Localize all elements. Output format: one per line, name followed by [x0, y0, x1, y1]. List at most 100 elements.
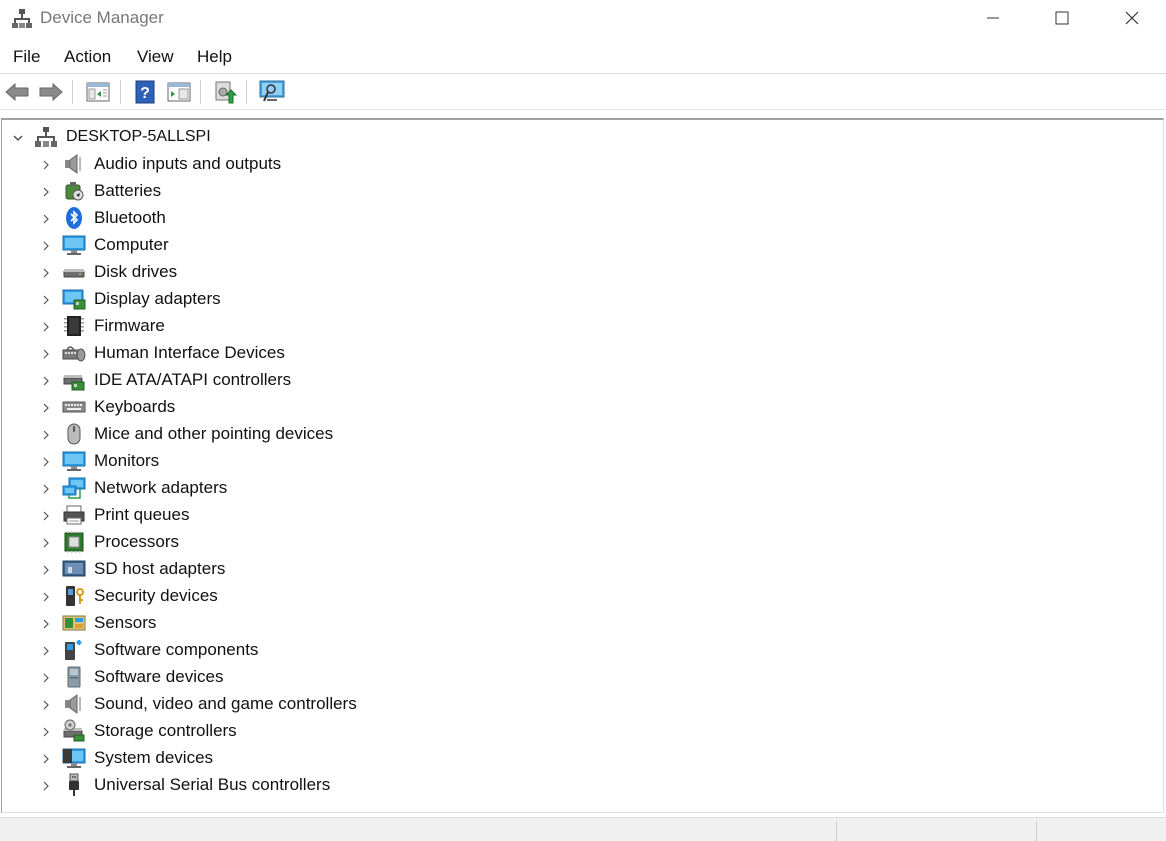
- tree-item-storage-controllers[interactable]: Storage controllers: [2, 718, 1002, 745]
- tree-item-label: Monitors: [94, 451, 160, 470]
- tree-item-mice-and-other-pointing-devices[interactable]: Mice and other pointing devices: [2, 421, 1002, 448]
- tree-item-security-devices[interactable]: Security devices: [2, 583, 1002, 610]
- tree-item-label: Keyboards: [94, 397, 176, 416]
- tree-item-label: Processors: [94, 532, 180, 551]
- chevron-right-icon[interactable]: [40, 699, 52, 711]
- help-icon: ?: [135, 80, 155, 104]
- tree-item-sd-host-adapters[interactable]: SD host adapters: [2, 556, 1002, 583]
- chevron-right-icon[interactable]: [40, 294, 52, 306]
- update-driver-button[interactable]: [212, 79, 238, 105]
- chevron-right-icon[interactable]: [40, 429, 52, 441]
- menu-help[interactable]: Help: [197, 47, 232, 67]
- computer-icon: [62, 235, 86, 255]
- chevron-right-icon[interactable]: [40, 537, 52, 549]
- tree-item-print-queues[interactable]: Print queues: [2, 502, 1002, 529]
- forward-button[interactable]: [38, 79, 64, 105]
- processor-icon: [64, 531, 84, 553]
- mouse-icon: [67, 423, 81, 445]
- update-driver-icon: [215, 81, 238, 104]
- chevron-right-icon[interactable]: [40, 780, 52, 792]
- toolbar-divider: [246, 80, 247, 104]
- tree-item-sound-video-and-game-controllers[interactable]: Sound, video and game controllers: [2, 691, 1002, 718]
- close-icon: [1125, 11, 1139, 25]
- tree-item-label: Bluetooth: [94, 208, 166, 227]
- tree-item-firmware[interactable]: Firmware: [2, 313, 1002, 340]
- software-component-icon: [65, 640, 82, 660]
- show-action-pane-button[interactable]: [166, 79, 192, 105]
- chevron-right-icon[interactable]: [40, 510, 52, 522]
- system-devices-icon: [62, 748, 86, 768]
- chevron-right-icon[interactable]: [40, 159, 52, 171]
- menu-file[interactable]: File: [13, 47, 40, 67]
- maximize-button[interactable]: [1027, 0, 1097, 36]
- speaker-icon: [65, 154, 81, 174]
- tree-item-computer[interactable]: Computer: [2, 232, 1002, 259]
- toolbar-divider: [200, 80, 201, 104]
- tree-item-label: Print queues: [94, 505, 190, 524]
- tree-item-audio-inputs-and-outputs[interactable]: Audio inputs and outputs: [2, 151, 1002, 178]
- chevron-right-icon[interactable]: [40, 213, 52, 225]
- close-button[interactable]: [1097, 0, 1166, 36]
- chevron-right-icon[interactable]: [40, 591, 52, 603]
- tree-item-label: Human Interface Devices: [94, 343, 285, 362]
- chevron-right-icon[interactable]: [40, 753, 52, 765]
- chevron-right-icon[interactable]: [40, 321, 52, 333]
- tree-item-network-adapters[interactable]: Network adapters: [2, 475, 1002, 502]
- sensor-icon: [62, 615, 86, 631]
- tree-item-label: Audio inputs and outputs: [94, 154, 282, 173]
- chevron-right-icon[interactable]: [40, 375, 52, 387]
- chevron-right-icon[interactable]: [40, 726, 52, 738]
- tree-root-node[interactable]: DESKTOP-5ALLSPI: [2, 124, 1002, 151]
- chevron-right-icon[interactable]: [40, 186, 52, 198]
- help-button[interactable]: ?: [132, 79, 158, 105]
- tree-item-sensors[interactable]: Sensors: [2, 610, 1002, 637]
- tree-item-label: System devices: [94, 748, 214, 767]
- tree-item-label: IDE ATA/ATAPI controllers: [94, 370, 292, 389]
- ide-controller-icon: [63, 375, 85, 391]
- tree-item-label: Software devices: [94, 667, 224, 686]
- chevron-right-icon[interactable]: [40, 456, 52, 468]
- storage-controller-icon: [63, 719, 85, 742]
- scan-hardware-changes-button[interactable]: [259, 79, 285, 105]
- minimize-button[interactable]: [958, 0, 1028, 36]
- tree-item-batteries[interactable]: Batteries: [2, 178, 1002, 205]
- tree-item-display-adapters[interactable]: Display adapters: [2, 286, 1002, 313]
- tree-item-processors[interactable]: Processors: [2, 529, 1002, 556]
- tree-item-label: Display adapters: [94, 289, 221, 308]
- chevron-right-icon[interactable]: [40, 267, 52, 279]
- chevron-right-icon[interactable]: [40, 564, 52, 576]
- display-adapter-icon: [62, 289, 86, 310]
- tree-item-label: Network adapters: [94, 478, 228, 497]
- chevron-right-icon[interactable]: [40, 348, 52, 360]
- show-hide-console-tree-button[interactable]: [85, 79, 111, 105]
- chevron-right-icon[interactable]: [40, 240, 52, 252]
- bluetooth-icon: [66, 207, 82, 229]
- monitor-icon: [62, 451, 86, 471]
- chevron-right-icon[interactable]: [40, 672, 52, 684]
- usb-icon: [69, 773, 79, 796]
- chevron-right-icon[interactable]: [40, 402, 52, 414]
- menu-action[interactable]: Action: [64, 47, 111, 67]
- toolbar-divider: [120, 80, 121, 104]
- chevron-right-icon[interactable]: [40, 645, 52, 657]
- back-button[interactable]: [4, 79, 30, 105]
- chevron-right-icon[interactable]: [40, 618, 52, 630]
- menu-view[interactable]: View: [137, 47, 174, 67]
- tree-item-disk-drives[interactable]: Disk drives: [2, 259, 1002, 286]
- tree-item-system-devices[interactable]: System devices: [2, 745, 1002, 772]
- tree-item-monitors[interactable]: Monitors: [2, 448, 1002, 475]
- tree-item-keyboards[interactable]: Keyboards: [2, 394, 1002, 421]
- title-bar[interactable]: Device Manager: [0, 0, 1166, 36]
- tree-item-human-interface-devices[interactable]: Human Interface Devices: [2, 340, 1002, 367]
- tree-item-universal-serial-bus-controllers[interactable]: Universal Serial Bus controllers: [2, 772, 1002, 799]
- status-divider: [836, 821, 837, 841]
- toolbar-divider: [72, 80, 73, 104]
- chevron-down-icon[interactable]: [12, 132, 24, 144]
- tree-item-ide-ata-atapi-controllers[interactable]: IDE ATA/ATAPI controllers: [2, 367, 1002, 394]
- device-tree[interactable]: DESKTOP-5ALLSPI Audio inputs and outputs…: [1, 118, 1164, 813]
- chevron-right-icon[interactable]: [40, 483, 52, 495]
- tree-item-software-devices[interactable]: Software devices: [2, 664, 1002, 691]
- tree-item-software-components[interactable]: Software components: [2, 637, 1002, 664]
- tree-item-bluetooth[interactable]: Bluetooth: [2, 205, 1002, 232]
- tree-item-label: SD host adapters: [94, 559, 226, 578]
